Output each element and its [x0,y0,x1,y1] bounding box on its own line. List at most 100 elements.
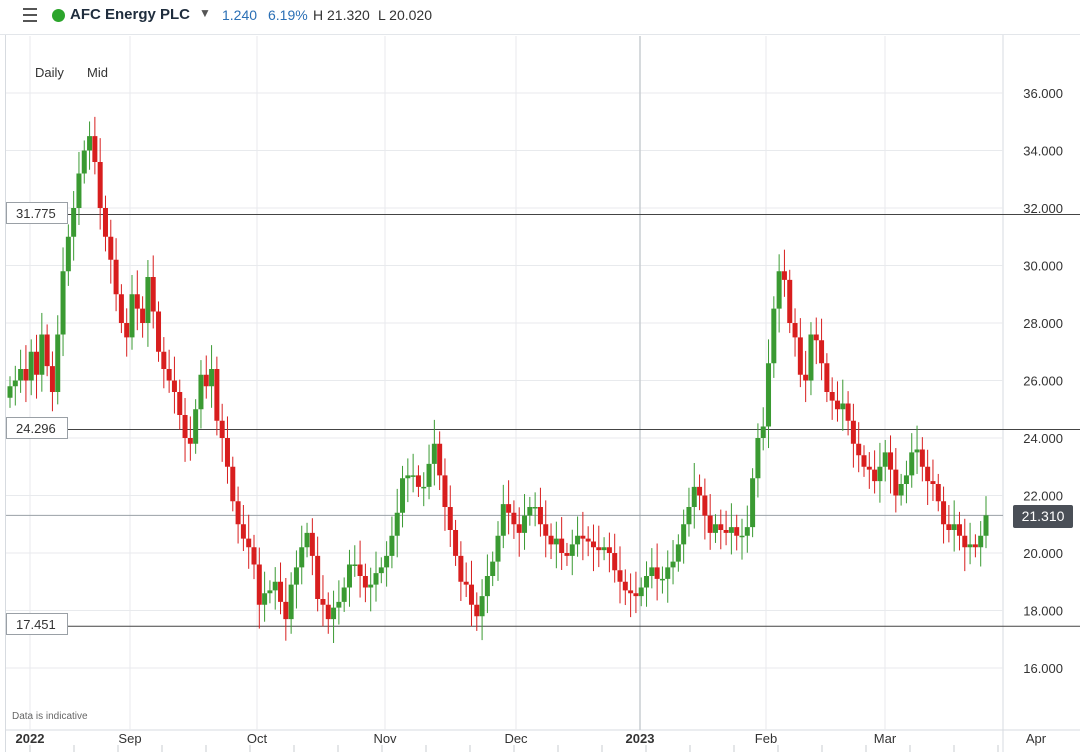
candle-down [628,590,634,594]
y-tick-label: 28.000 [1023,316,1063,331]
candle-up [638,587,644,597]
candle-down [564,553,570,556]
candlestick-chart[interactable]: 16.000 18.000 20.000 22.000 24.000 26.000 28.0… [0,0,1080,752]
candle-down [941,501,947,525]
candle-up [405,475,411,479]
candle-down [813,334,819,341]
candle-up [384,555,390,568]
candle-up [712,524,718,533]
candle-up [331,607,337,620]
candle-up [903,475,909,484]
candle-down [453,530,459,556]
candle-down [325,604,331,620]
y-tick-label: 18.000 [1023,604,1063,619]
y-tick-label: 24.000 [1023,431,1063,446]
candle-down [256,564,262,605]
candle-down [309,532,315,556]
candle-down [654,567,660,579]
candle-down [92,136,98,162]
x-tick-label: Sep [118,731,141,746]
candle-down [156,311,162,352]
candle-down [511,512,517,525]
candle-down [925,466,931,482]
candle-down [187,438,193,444]
candle-down [463,581,469,585]
x-tick-label: Mar [874,731,897,746]
candle-down [124,323,130,338]
candle-up [569,544,575,556]
candle-down [781,271,787,280]
y-tick-label: 26.000 [1023,374,1063,389]
candle-up [649,567,655,576]
candle-up [951,524,957,530]
candle-down [474,604,480,617]
candle-up [400,478,406,513]
candle-down [108,236,114,260]
candle-up [686,507,692,525]
x-tick-label: Apr [1026,731,1047,746]
candle-up [914,449,920,453]
candle-down [856,443,862,456]
candle-up [81,150,87,174]
candle-up [28,351,34,381]
candle-up [776,271,782,309]
candle-up [145,277,151,323]
candle-up [739,535,745,538]
candle-down [845,403,851,421]
candle-up [670,561,676,568]
candle-down [447,507,453,530]
candle-up [909,452,915,476]
candle-up [808,334,814,381]
candle-down [415,475,421,487]
candle-down [697,486,703,496]
candle-up [495,535,501,562]
candle-up [575,535,581,545]
candle-down [506,504,512,513]
candle-down [829,392,835,401]
candle-down [283,601,289,620]
y-tick-label: 20.000 [1023,546,1063,561]
candle-up [760,426,766,438]
candle-down [734,527,740,536]
candle-up [65,236,71,272]
candle-up [728,527,734,533]
candle-down [946,524,952,530]
candle-up [978,535,984,548]
candle-up [293,567,299,585]
candle-down [235,501,241,525]
candle-up [129,294,135,338]
candle-down [956,524,962,536]
candle-up [522,515,528,533]
y-tick-label: 36.000 [1023,86,1063,101]
candle-down [230,466,236,502]
hline-label-2[interactable]: 24.296 [6,417,68,439]
hline-label-3[interactable]: 17.451 [6,613,68,635]
timeframe-daily[interactable]: Daily [35,65,64,80]
candle-down [113,259,119,295]
candle-down [606,547,612,553]
candle-down [166,369,172,381]
candle-up [71,208,77,237]
candle-up [840,403,846,410]
candle-up [87,136,93,151]
candle-up [304,532,310,548]
last-price-tag: 21.310 [1013,505,1073,528]
candle-up [527,507,533,516]
candle-up [877,466,883,482]
candle-down [177,392,183,415]
y-tick-label: 32.000 [1023,201,1063,216]
candle-down [134,294,140,309]
hline-label-1[interactable]: 31.775 [6,202,68,224]
candle-up [394,512,400,536]
candle-down [251,547,257,565]
candle-down [622,581,628,591]
candle-down [161,351,167,369]
candle-down [458,555,464,582]
candle-down [866,466,872,470]
candle-down [919,449,925,467]
candle-up [898,484,904,496]
candle-down [118,294,124,323]
candle-up [346,564,352,588]
candle-up [209,369,215,387]
price-type-mid[interactable]: Mid [87,65,108,80]
